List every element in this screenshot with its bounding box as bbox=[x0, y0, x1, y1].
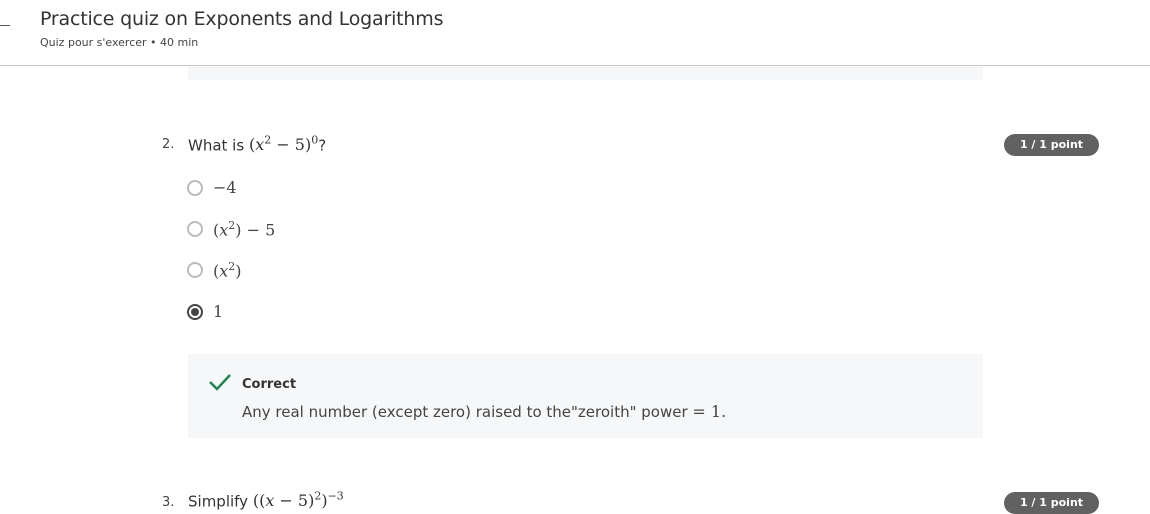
check-icon bbox=[209, 374, 231, 391]
question-text: What is (x2 − 5)0? bbox=[188, 134, 327, 155]
option-4[interactable]: 1 bbox=[187, 302, 223, 321]
radio-button[interactable] bbox=[187, 221, 203, 238]
question-text: Simplify ((x − 5)2)−3 bbox=[188, 490, 344, 511]
option-1[interactable]: −4 bbox=[187, 178, 237, 197]
question-prefix: What is bbox=[188, 136, 249, 155]
feedback-text: Any real number (except zero) raised to … bbox=[242, 402, 727, 421]
radio-button[interactable] bbox=[187, 262, 203, 279]
feedback-status: Correct bbox=[242, 377, 297, 392]
option-label: (x2) bbox=[213, 260, 242, 281]
option-label: (x2) − 5 bbox=[213, 219, 276, 240]
question-number: 3. bbox=[162, 495, 175, 510]
page-subtitle: Quiz pour s'exercer • 40 min bbox=[40, 36, 199, 49]
menu-collapse-icon[interactable] bbox=[0, 25, 10, 26]
feedback-box: Correct Any real number (except zero) ra… bbox=[188, 354, 983, 438]
page-title: Practice quiz on Exponents and Logarithm… bbox=[40, 8, 444, 30]
option-3[interactable]: (x2) bbox=[187, 260, 242, 280]
question-math: (x2 − 5)0 bbox=[248, 134, 319, 155]
option-label: 1 bbox=[213, 302, 224, 321]
option-label: −4 bbox=[213, 178, 237, 197]
radio-button[interactable] bbox=[187, 179, 203, 196]
option-2[interactable]: (x2) − 5 bbox=[187, 219, 275, 239]
question-number: 2. bbox=[162, 137, 175, 152]
points-badge: 1 / 1 point bbox=[1004, 134, 1099, 156]
radio-button-selected[interactable] bbox=[187, 303, 203, 320]
previous-feedback-box bbox=[188, 66, 983, 80]
